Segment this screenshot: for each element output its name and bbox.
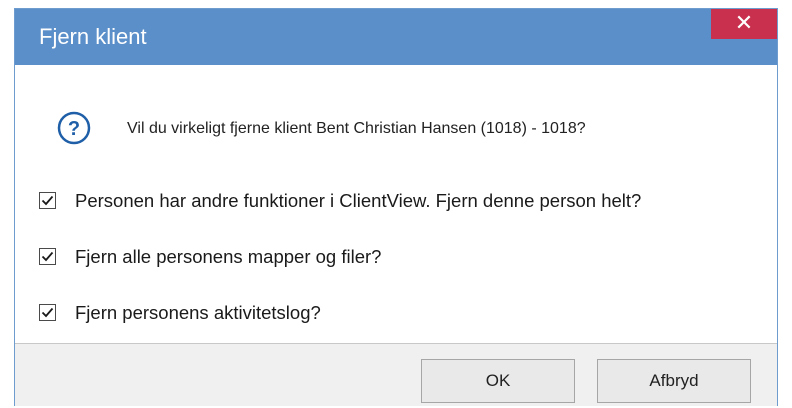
close-icon: ✕	[734, 11, 754, 36]
ok-button[interactable]: OK	[421, 359, 575, 403]
checkmark-icon	[41, 251, 54, 262]
cancel-button[interactable]: Afbryd	[597, 359, 751, 403]
option-label: Fjern personens aktivitetslog?	[75, 302, 321, 323]
option-remove-folders-files[interactable]: Fjern alle personens mapper og filer?	[39, 245, 769, 269]
checkmark-icon	[41, 195, 54, 206]
dialog-title: Fjern klient	[39, 24, 147, 49]
remove-person-checkbox[interactable]	[39, 192, 56, 209]
svg-text:?: ?	[68, 118, 80, 140]
remove-folders-checkbox[interactable]	[39, 248, 56, 265]
option-remove-person-fully[interactable]: Personen har andre funktioner i ClientVi…	[39, 189, 769, 213]
close-button[interactable]: ✕	[711, 9, 777, 39]
checkmark-icon	[41, 307, 54, 318]
remove-log-checkbox[interactable]	[39, 304, 56, 321]
option-label: Fjern alle personens mapper og filer?	[75, 246, 382, 267]
dialog-titlebar: Fjern klient ✕	[15, 9, 777, 65]
remove-client-dialog: Fjern klient ✕ ? Vil du virkeligt fjerne…	[14, 8, 778, 406]
dialog-footer: OK Afbryd	[15, 343, 777, 406]
dialog-message: Vil du virkeligt fjerne klient Bent Chri…	[127, 120, 586, 137]
question-row: ? Vil du virkeligt fjerne klient Bent Ch…	[57, 111, 757, 147]
option-remove-activity-log[interactable]: Fjern personens aktivitetslog?	[39, 301, 769, 325]
option-label: Personen har andre funktioner i ClientVi…	[75, 190, 642, 211]
question-circle-icon: ?	[57, 111, 91, 145]
